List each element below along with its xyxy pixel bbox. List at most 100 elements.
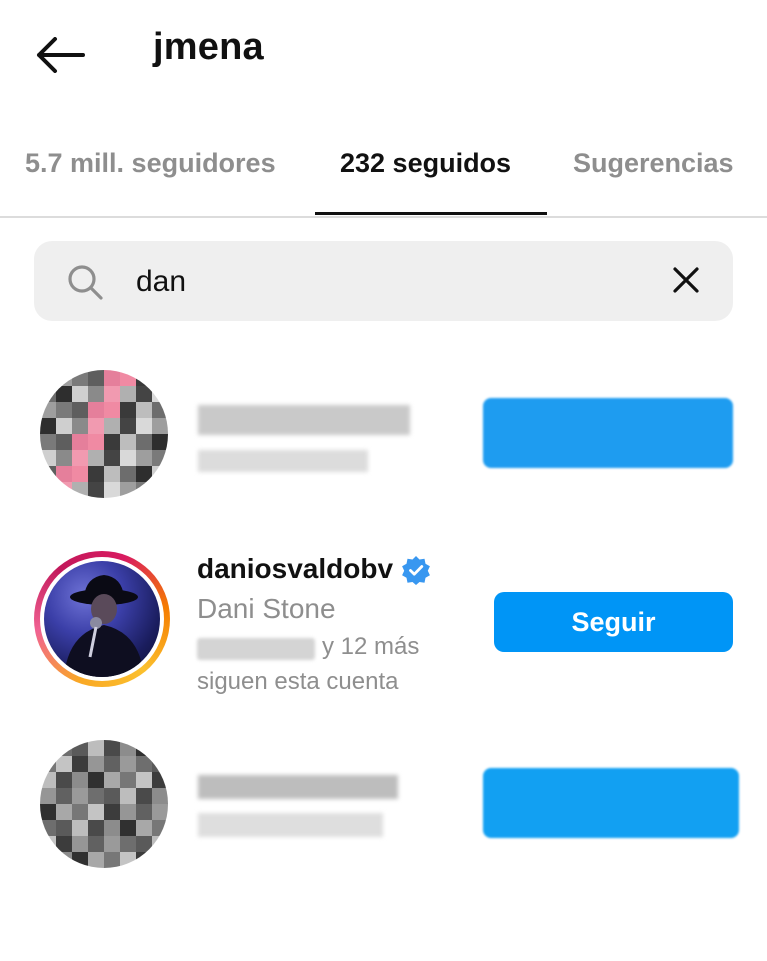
mosaic-cell	[104, 804, 120, 820]
mosaic-cell	[72, 740, 88, 756]
arrow-left-icon	[37, 37, 85, 73]
mosaic-cell	[136, 804, 152, 820]
mosaic-cell	[72, 820, 88, 836]
mosaic-cell	[104, 788, 120, 804]
mosaic-cell	[72, 756, 88, 772]
mosaic-cell	[136, 386, 152, 402]
mosaic-cell	[56, 836, 72, 852]
mutual-followers-count: y 12 más	[322, 633, 420, 660]
redacted-mutual-name	[197, 638, 315, 660]
mosaic-cell	[40, 450, 56, 466]
mosaic-cell	[120, 756, 136, 772]
mosaic-cell	[88, 402, 104, 418]
mosaic-cell	[40, 386, 56, 402]
follow-button[interactable]: Seguir	[494, 592, 733, 652]
mosaic-cell	[88, 788, 104, 804]
mosaic-cell	[152, 836, 168, 852]
mutual-followers-text: siguen esta cuenta	[197, 668, 399, 695]
mosaic-cell	[40, 466, 56, 482]
mosaic-cell	[56, 820, 72, 836]
search-icon	[68, 265, 103, 300]
mosaic-cell	[120, 434, 136, 450]
full-name: Dani Stone	[197, 593, 336, 624]
mosaic-cell	[104, 466, 120, 482]
mosaic-cell	[104, 386, 120, 402]
mosaic-cell	[72, 836, 88, 852]
avatar	[40, 370, 168, 498]
mosaic-cell	[40, 740, 56, 756]
mosaic-cell	[136, 450, 152, 466]
mosaic-cell	[120, 370, 136, 386]
mosaic-cell	[56, 788, 72, 804]
back-button[interactable]	[30, 30, 90, 80]
mosaic-cell	[88, 804, 104, 820]
mosaic-cell	[120, 804, 136, 820]
mosaic-cell	[88, 450, 104, 466]
page-title: jmena	[153, 26, 264, 68]
mosaic-cell	[56, 756, 72, 772]
mosaic-cell	[152, 418, 168, 434]
follow-button[interactable]	[483, 398, 733, 468]
mosaic-cell	[152, 402, 168, 418]
search-input[interactable]	[136, 260, 636, 304]
mosaic-cell	[136, 852, 152, 868]
tab-suggestions[interactable]: Sugerencias	[573, 148, 734, 179]
mosaic-cell	[72, 370, 88, 386]
mosaic-cell	[152, 740, 168, 756]
follow-button[interactable]	[483, 768, 739, 838]
mosaic-cell	[72, 402, 88, 418]
mosaic-cell	[136, 788, 152, 804]
mosaic-cell	[120, 418, 136, 434]
mosaic-cell	[56, 804, 72, 820]
mosaic-cell	[104, 756, 120, 772]
mosaic-cell	[40, 756, 56, 772]
tab-following[interactable]: 232 seguidos	[340, 148, 511, 179]
redacted-username	[198, 775, 398, 799]
clear-search-button[interactable]	[664, 258, 708, 302]
mosaic-cell	[40, 836, 56, 852]
mosaic-cell	[40, 482, 56, 498]
mosaic-cell	[152, 756, 168, 772]
mosaic-cell	[152, 852, 168, 868]
mosaic-cell	[136, 370, 152, 386]
mosaic-cell	[88, 370, 104, 386]
mosaic-cell	[40, 772, 56, 788]
mosaic-cell	[56, 402, 72, 418]
mosaic-cell	[136, 434, 152, 450]
active-tab-indicator	[315, 212, 547, 215]
redacted-fullname	[198, 813, 383, 837]
mosaic-cell	[104, 482, 120, 498]
mosaic-cell	[88, 386, 104, 402]
mosaic-cell	[56, 852, 72, 868]
mosaic-cell	[104, 450, 120, 466]
mosaic-cell	[120, 852, 136, 868]
redacted-fullname	[198, 450, 368, 472]
mosaic-cell	[120, 740, 136, 756]
username[interactable]: daniosvaldobv	[197, 553, 393, 585]
mosaic-cell	[56, 772, 72, 788]
mosaic-cell	[136, 836, 152, 852]
mosaic-cell	[88, 836, 104, 852]
mosaic-cell	[152, 466, 168, 482]
mosaic-cell	[72, 772, 88, 788]
mosaic-cell	[72, 466, 88, 482]
mosaic-cell	[136, 482, 152, 498]
mosaic-cell	[56, 482, 72, 498]
mosaic-cell	[136, 820, 152, 836]
mosaic-cell	[152, 386, 168, 402]
tab-followers[interactable]: 5.7 mill. seguidores	[25, 148, 276, 179]
mosaic-cell	[152, 804, 168, 820]
mosaic-cell	[104, 772, 120, 788]
mosaic-cell	[152, 772, 168, 788]
mosaic-cell	[72, 804, 88, 820]
mosaic-cell	[104, 434, 120, 450]
mosaic-cell	[88, 434, 104, 450]
avatar	[44, 561, 160, 677]
mosaic-cell	[40, 788, 56, 804]
redacted-username	[198, 405, 410, 435]
verified-badge-icon	[402, 556, 430, 585]
mosaic-cell	[40, 370, 56, 386]
mosaic-cell	[88, 466, 104, 482]
mosaic-cell	[120, 386, 136, 402]
mosaic-cell	[120, 402, 136, 418]
